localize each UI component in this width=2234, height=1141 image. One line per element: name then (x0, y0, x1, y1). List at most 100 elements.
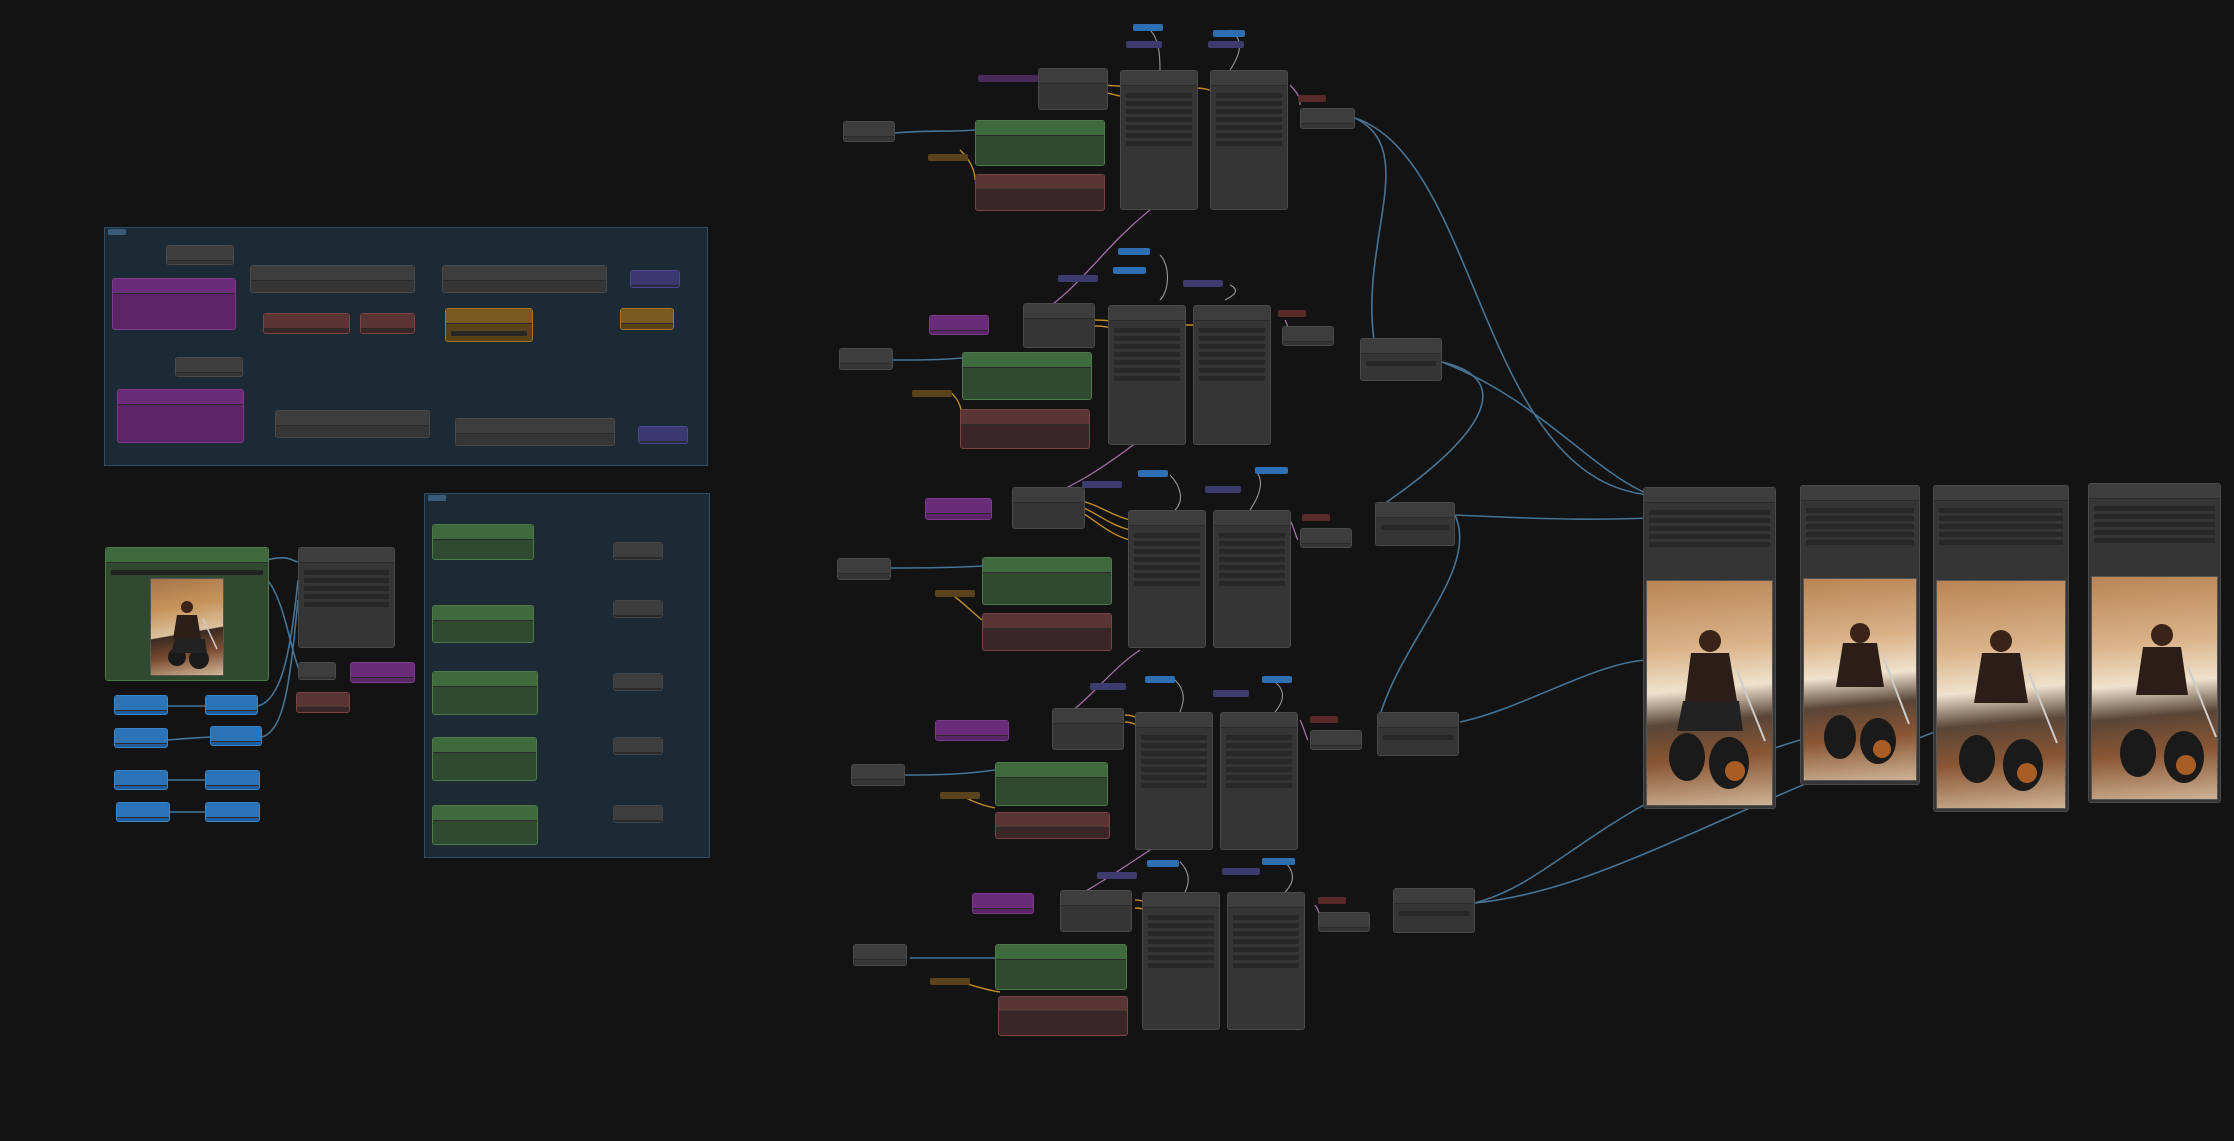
model-node[interactable] (455, 418, 615, 446)
ksampler-node[interactable] (1220, 712, 1298, 850)
small-node[interactable] (298, 662, 336, 680)
image-combine-node[interactable] (1360, 338, 1442, 381)
text-output-node[interactable] (613, 673, 663, 691)
text-node[interactable] (851, 764, 905, 786)
prompt-node[interactable] (972, 893, 1034, 914)
widget-tag (1310, 716, 1338, 723)
model-node[interactable] (250, 265, 415, 293)
positive-prompt-node[interactable] (975, 120, 1105, 166)
output-preview-node[interactable] (1643, 487, 1776, 809)
loader-node[interactable] (1038, 68, 1108, 110)
ksampler-node[interactable] (1210, 70, 1288, 210)
image-combine-node[interactable] (1375, 502, 1455, 546)
ksampler-node[interactable] (1120, 70, 1198, 210)
widget-tag (930, 978, 970, 985)
conditioning-node[interactable] (360, 313, 415, 334)
prompt-node[interactable] (935, 720, 1009, 741)
text-node[interactable] (843, 121, 895, 142)
negative-prompt-node[interactable] (982, 613, 1112, 651)
ksampler-node[interactable] (1108, 305, 1186, 445)
output-image (1646, 580, 1773, 806)
text-node[interactable] (837, 558, 891, 580)
widget-tag (1213, 30, 1245, 37)
positive-prompt-node[interactable] (995, 762, 1108, 806)
ksampler-node[interactable] (1135, 712, 1213, 850)
load-image-node[interactable] (105, 547, 269, 681)
prompt-node[interactable] (117, 389, 244, 443)
ksampler-node[interactable] (1193, 305, 1271, 445)
int-node[interactable] (205, 802, 260, 822)
loader-node[interactable] (1012, 487, 1085, 529)
int-node[interactable] (205, 770, 260, 790)
text-node[interactable] (839, 348, 893, 370)
prompt-green-node[interactable] (432, 524, 534, 560)
resize-node[interactable] (298, 547, 395, 648)
widget-tag (1262, 676, 1292, 683)
negative-prompt-node[interactable] (975, 174, 1105, 211)
text-output-node[interactable] (613, 805, 663, 823)
widget-tag (1205, 486, 1241, 493)
vae-decode-node[interactable] (1282, 326, 1334, 346)
widget-tag (1183, 280, 1223, 287)
positive-prompt-node[interactable] (995, 944, 1127, 990)
widget-tag (1138, 470, 1168, 477)
image-combine-node[interactable] (1393, 888, 1475, 933)
vae-decode-node[interactable] (1300, 528, 1352, 548)
graph-canvas[interactable] (0, 0, 2234, 1141)
loader-node[interactable] (175, 357, 243, 377)
negative-prompt-node[interactable] (960, 409, 1090, 449)
output-image (1936, 580, 2066, 809)
ksampler-node[interactable] (1213, 510, 1291, 648)
int-node[interactable] (210, 726, 262, 746)
output-preview-node[interactable] (1800, 485, 1920, 785)
positive-prompt-node[interactable] (962, 352, 1092, 400)
vae-decode-node[interactable] (1318, 912, 1370, 932)
model-node[interactable] (442, 265, 607, 293)
loader-node[interactable] (1023, 303, 1095, 348)
int-node[interactable] (114, 695, 168, 715)
text-output-node[interactable] (613, 542, 663, 560)
int-node[interactable] (205, 695, 258, 715)
int-node[interactable] (114, 770, 168, 790)
int-node[interactable] (116, 802, 170, 822)
text-node[interactable] (853, 944, 907, 966)
conditioning-node[interactable] (263, 313, 350, 334)
image-combine-node[interactable] (1377, 712, 1459, 756)
settings-node[interactable] (620, 308, 674, 330)
widget-tag (1255, 467, 1288, 474)
mask-node[interactable] (296, 692, 350, 713)
prompt-green-node[interactable] (432, 805, 538, 845)
ksampler-node[interactable] (1128, 510, 1206, 648)
widget-tag (940, 792, 980, 799)
widget-tag (1090, 683, 1126, 690)
ksampler-node[interactable] (1227, 892, 1305, 1030)
vae-decode-node[interactable] (1300, 108, 1355, 129)
settings-node[interactable] (445, 308, 533, 342)
widget-tag (928, 154, 968, 161)
prompt-node[interactable] (112, 278, 236, 330)
loader-node[interactable] (166, 245, 234, 265)
vae-decode-node[interactable] (1310, 730, 1362, 750)
mask-node[interactable] (350, 662, 415, 683)
negative-prompt-node[interactable] (998, 996, 1128, 1036)
text-output-node[interactable] (613, 600, 663, 618)
prompt-green-node[interactable] (432, 737, 537, 781)
reroute-node[interactable] (630, 270, 680, 288)
prompt-green-node[interactable] (432, 605, 534, 643)
prompt-green-node[interactable] (432, 671, 538, 715)
output-preview-node[interactable] (1933, 485, 2069, 812)
ksampler-node[interactable] (1142, 892, 1220, 1030)
widget-tag (1058, 275, 1098, 282)
model-node[interactable] (275, 410, 430, 438)
loader-node[interactable] (1052, 708, 1124, 750)
prompt-node[interactable] (929, 315, 989, 335)
output-preview-node[interactable] (2088, 483, 2221, 803)
loader-node[interactable] (1060, 890, 1132, 932)
reroute-node[interactable] (638, 426, 688, 444)
prompt-node[interactable] (925, 498, 992, 520)
positive-prompt-node[interactable] (982, 557, 1112, 605)
int-node[interactable] (114, 728, 168, 748)
text-output-node[interactable] (613, 737, 663, 755)
negative-prompt-node[interactable] (995, 812, 1110, 839)
widget-tag (1113, 267, 1146, 274)
